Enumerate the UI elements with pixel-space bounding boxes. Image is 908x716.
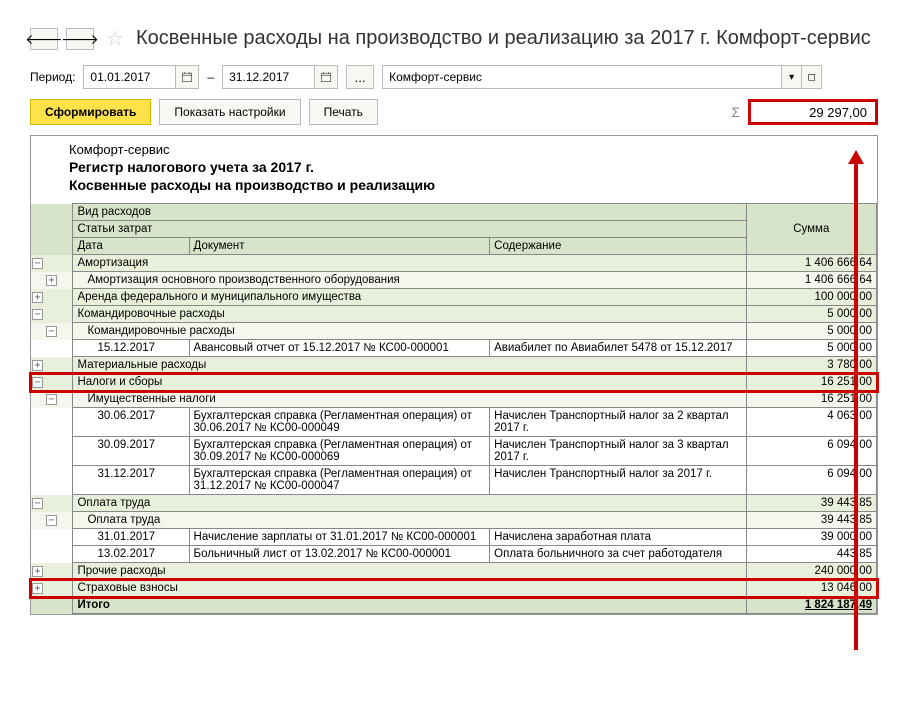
row-content: Оплата больничного за счет работодателя bbox=[490, 546, 746, 563]
calendar-from-button[interactable] bbox=[175, 65, 199, 89]
expand-icon[interactable]: + bbox=[32, 566, 43, 577]
row-content: Начислен Транспортный налог за 2017 г. bbox=[490, 466, 746, 495]
col-content: Содержание bbox=[490, 238, 746, 255]
expand-icon[interactable]: − bbox=[32, 258, 43, 269]
period-label: Период: bbox=[30, 70, 75, 84]
expand-icon[interactable]: − bbox=[32, 498, 43, 509]
col-date: Дата bbox=[73, 238, 189, 255]
row-date: 30.09.2017 bbox=[73, 437, 189, 466]
expand-icon[interactable]: − bbox=[32, 377, 43, 388]
date-to-input[interactable] bbox=[222, 65, 314, 89]
expand-icon[interactable]: − bbox=[46, 515, 57, 526]
row-date: 31.12.2017 bbox=[73, 466, 189, 495]
col-cost-items: Статьи затрат bbox=[73, 221, 746, 238]
sigma-icon: Σ bbox=[731, 104, 740, 120]
organization-dropdown-button[interactable]: ▾ bbox=[782, 65, 802, 89]
expand-icon[interactable]: + bbox=[32, 360, 43, 371]
row-content: Начислен Транспортный налог за 2 квартал… bbox=[490, 408, 746, 437]
row-content: Начислен Транспортный налог за 3 квартал… bbox=[490, 437, 746, 466]
row-name: Командировочные расходы bbox=[73, 306, 746, 323]
row-date: 15.12.2017 bbox=[73, 340, 189, 357]
row-name: Налоги и сборы bbox=[73, 374, 746, 391]
print-button[interactable]: Печать bbox=[309, 99, 378, 125]
nav-back-button[interactable]: 🡐 bbox=[30, 28, 58, 50]
row-name: Материальные расходы bbox=[73, 357, 746, 374]
row-name: Оплата труда bbox=[73, 512, 746, 529]
period-picker-button[interactable]: ... bbox=[346, 65, 374, 89]
organization-open-button[interactable]: ◻ bbox=[802, 65, 822, 89]
expand-icon[interactable]: − bbox=[46, 326, 57, 337]
row-date: 30.06.2017 bbox=[73, 408, 189, 437]
expand-icon[interactable]: + bbox=[32, 292, 43, 303]
row-name: Амортизация bbox=[73, 255, 746, 272]
row-doc: Бухгалтерская справка (Регламентная опер… bbox=[189, 466, 490, 495]
col-expense-type: Вид расходов bbox=[73, 204, 746, 221]
favorite-star-icon[interactable]: ☆ bbox=[106, 26, 124, 51]
report-company: Комфорт-сервис bbox=[69, 142, 839, 157]
row-name: Амортизация основного производственного … bbox=[73, 272, 746, 289]
nav-forward-button[interactable]: 🡒 bbox=[66, 28, 94, 50]
total-label: Итого bbox=[73, 597, 746, 614]
row-content: Авиабилет по Авиабилет 5478 от 15.12.201… bbox=[490, 340, 746, 357]
row-doc: Начисление зарплаты от 31.01.2017 № КС00… bbox=[189, 529, 490, 546]
row-content: Начислена заработная плата bbox=[490, 529, 746, 546]
report-table: Вид расходов Сумма Статьи затрат Дата До… bbox=[31, 203, 877, 614]
expand-icon[interactable]: − bbox=[46, 394, 57, 405]
expand-icon[interactable]: + bbox=[46, 275, 57, 286]
date-from-input[interactable] bbox=[83, 65, 175, 89]
selection-sum-box: 29 297,00 bbox=[748, 99, 878, 125]
report-area: Комфорт-сервис Регистр налогового учета … bbox=[30, 135, 878, 615]
row-name: Прочие расходы bbox=[73, 563, 746, 580]
col-document: Документ bbox=[189, 238, 490, 255]
row-doc: Авансовый отчет от 15.12.2017 № КС00-000… bbox=[189, 340, 490, 357]
row-name: Аренда федерального и муниципального иму… bbox=[73, 289, 746, 306]
row-name: Страховые взносы bbox=[73, 580, 746, 597]
row-doc: Больничный лист от 13.02.2017 № КС00-000… bbox=[189, 546, 490, 563]
row-name: Имущественные налоги bbox=[73, 391, 746, 408]
calendar-to-button[interactable] bbox=[314, 65, 338, 89]
annotation-arrow bbox=[854, 160, 858, 650]
row-doc: Бухгалтерская справка (Регламентная опер… bbox=[189, 408, 490, 437]
period-dash: – bbox=[207, 70, 214, 84]
expand-icon[interactable]: − bbox=[32, 309, 43, 320]
show-settings-button[interactable]: Показать настройки bbox=[159, 99, 300, 125]
expand-icon[interactable]: + bbox=[32, 583, 43, 594]
row-date: 31.01.2017 bbox=[73, 529, 189, 546]
organization-input[interactable] bbox=[382, 65, 782, 89]
report-title-1: Регистр налогового учета за 2017 г. bbox=[69, 159, 839, 175]
page-title: Косвенные расходы на производство и реал… bbox=[136, 27, 871, 50]
row-doc: Бухгалтерская справка (Регламентная опер… bbox=[189, 437, 490, 466]
row-name: Оплата труда bbox=[73, 495, 746, 512]
form-report-button[interactable]: Сформировать bbox=[30, 99, 151, 125]
row-date: 13.02.2017 bbox=[73, 546, 189, 563]
report-title-2: Косвенные расходы на производство и реал… bbox=[69, 177, 839, 193]
row-name: Командировочные расходы bbox=[73, 323, 746, 340]
